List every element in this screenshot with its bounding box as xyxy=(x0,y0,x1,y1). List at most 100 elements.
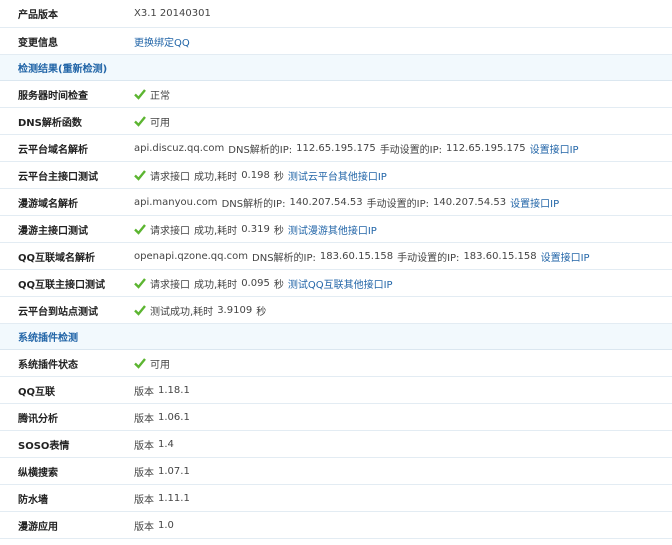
status-text: 可用 xyxy=(150,117,170,129)
row-label: 云平台主接口测试 xyxy=(18,171,98,183)
version-number: 1.11.1 xyxy=(158,492,190,504)
section-title: 系统插件检测 xyxy=(18,333,78,344)
manual-ip: 112.65.195.175 xyxy=(446,142,526,154)
time-unit: 秒 xyxy=(256,306,267,318)
version-prefix: 版本 xyxy=(134,386,154,398)
row-label: 云平台到站点测试 xyxy=(18,306,98,318)
set-api-ip-link[interactable]: 设置接口IP xyxy=(530,141,579,156)
request-text: 请求接口 xyxy=(150,171,190,183)
version-number: 1.07.1 xyxy=(158,465,190,477)
row-label: 漫游域名解析 xyxy=(18,198,78,210)
version-prefix: 版本 xyxy=(134,413,154,425)
test-other-ip-link[interactable]: 测试云平台其他接口IP xyxy=(288,168,387,183)
row-label: 漫游主接口测试 xyxy=(18,225,88,237)
domain-text: openapi.qzone.qq.com xyxy=(134,250,249,262)
time-unit: 秒 xyxy=(273,171,284,183)
row-plugin-status: 系统插件状态 可用 xyxy=(0,350,672,377)
row-value: 版本 1.4 xyxy=(134,437,672,452)
check-icon xyxy=(134,277,146,289)
row-plugin-qq-connect: QQ互联 版本 1.18.1 xyxy=(0,377,672,404)
section-title: 检测结果(重新检测) xyxy=(18,64,108,75)
version-prefix: 版本 xyxy=(134,467,154,479)
time-unit: 秒 xyxy=(273,279,284,291)
manual-label: 手动设置的IP: xyxy=(379,144,443,156)
status-text: 正常 xyxy=(150,90,170,102)
manual-label: 手动设置的IP: xyxy=(366,198,429,210)
dns-ip: 140.207.54.53 xyxy=(289,196,363,208)
check-icon xyxy=(134,169,146,181)
row-value: 版本 1.0 xyxy=(134,518,672,533)
row-label: QQ互联主接口测试 xyxy=(18,279,106,291)
time-value: 0.319 xyxy=(241,223,270,235)
row-label: QQ互联域名解析 xyxy=(18,252,96,264)
status-text: 可用 xyxy=(150,359,170,371)
row-manyou-domain: 漫游域名解析 api.manyou.com DNS解析的IP: 140.207.… xyxy=(0,189,672,216)
row-value: 正常 xyxy=(134,87,672,102)
test-other-ip-link[interactable]: 测试QQ互联其他接口IP xyxy=(288,276,393,291)
row-value: api.discuz.qq.com DNS解析的IP: 112.65.195.1… xyxy=(134,141,672,156)
check-icon xyxy=(134,223,146,235)
manual-label: 手动设置的IP: xyxy=(397,252,460,264)
row-value: 更换绑定QQ xyxy=(134,34,672,49)
row-manyou-api: 漫游主接口测试 请求接口 成功,耗时 0.319 秒 测试漫游其他接口IP xyxy=(0,216,672,243)
check-icon xyxy=(134,115,146,127)
domain-text: api.manyou.com xyxy=(134,196,218,208)
row-plugin-search: 纵横搜索 版本 1.07.1 xyxy=(0,458,672,485)
row-change-info: 变更信息 更换绑定QQ xyxy=(0,28,672,55)
cloud-status-table: 产品版本 X3.1 20140301 变更信息 更换绑定QQ 检测结果(重新检测… xyxy=(0,0,672,539)
result-text: 成功,耗时 xyxy=(194,225,238,237)
row-label: DNS解析函数 xyxy=(18,117,82,129)
test-other-ip-link[interactable]: 测试漫游其他接口IP xyxy=(288,222,377,237)
change-qq-link[interactable]: 更换绑定QQ xyxy=(134,34,190,49)
row-site-test: 云平台到站点测试 测试成功,耗时 3.9109 秒 xyxy=(0,297,672,324)
request-text: 请求接口 xyxy=(150,225,190,237)
row-label: 腾讯分析 xyxy=(18,413,58,425)
version-prefix: 版本 xyxy=(134,440,154,452)
row-label: 变更信息 xyxy=(18,37,58,49)
row-value: 版本 1.18.1 xyxy=(134,383,672,398)
row-value: 可用 xyxy=(134,356,672,371)
version-number: 1.06.1 xyxy=(158,411,190,423)
row-label: SOSO表情 xyxy=(18,440,70,452)
version-number: 1.18.1 xyxy=(158,384,190,396)
row-server-time: 服务器时间检查 正常 xyxy=(0,81,672,108)
row-qq-domain: QQ互联域名解析 openapi.qzone.qq.com DNS解析的IP: … xyxy=(0,243,672,270)
dns-ip: 183.60.15.158 xyxy=(319,250,394,262)
result-text: 测试成功,耗时 xyxy=(150,306,214,318)
row-label: QQ互联 xyxy=(18,386,56,398)
version-prefix: 版本 xyxy=(134,521,154,533)
time-value: 0.198 xyxy=(241,169,270,181)
row-cloud-api: 云平台主接口测试 请求接口 成功,耗时 0.198 秒 测试云平台其他接口IP xyxy=(0,162,672,189)
row-qq-api: QQ互联主接口测试 请求接口 成功,耗时 0.095 秒 测试QQ互联其他接口I… xyxy=(0,270,672,297)
row-plugin-soso-emoji: SOSO表情 版本 1.4 xyxy=(0,431,672,458)
row-label: 云平台域名解析 xyxy=(18,144,88,156)
check-icon xyxy=(134,88,146,100)
row-value: 可用 xyxy=(134,114,672,129)
row-dns-function: DNS解析函数 可用 xyxy=(0,108,672,135)
row-value: 版本 1.06.1 xyxy=(134,410,672,425)
set-api-ip-link[interactable]: 设置接口IP xyxy=(541,249,590,264)
domain-text: api.discuz.qq.com xyxy=(134,142,225,154)
set-api-ip-link[interactable]: 设置接口IP xyxy=(510,195,559,210)
time-unit: 秒 xyxy=(273,225,284,237)
row-plugin-manyou-apps: 漫游应用 版本 1.0 xyxy=(0,512,672,539)
manual-ip: 140.207.54.53 xyxy=(432,196,507,208)
section-detection-results: 检测结果(重新检测) xyxy=(0,55,672,81)
version-number: 1.4 xyxy=(158,438,174,450)
version-prefix: 版本 xyxy=(134,494,154,506)
time-value: 0.095 xyxy=(241,277,270,289)
row-label: 服务器时间检查 xyxy=(18,90,88,102)
dns-ip: 112.65.195.175 xyxy=(296,142,376,154)
request-text: 请求接口 xyxy=(150,279,190,291)
version-text: X3.1 20140301 xyxy=(134,8,211,19)
row-value: 版本 1.11.1 xyxy=(134,491,672,506)
result-text: 成功,耗时 xyxy=(194,279,238,291)
row-value: 请求接口 成功,耗时 0.198 秒 测试云平台其他接口IP xyxy=(134,168,672,183)
dns-label: DNS解析的IP: xyxy=(221,198,286,210)
result-text: 成功,耗时 xyxy=(194,171,238,183)
row-product-version: 产品版本 X3.1 20140301 xyxy=(0,0,672,28)
version-number: 1.0 xyxy=(158,519,174,531)
row-cloud-domain: 云平台域名解析 api.discuz.qq.com DNS解析的IP: 112.… xyxy=(0,135,672,162)
dns-label: DNS解析的IP: xyxy=(252,252,316,264)
check-icon xyxy=(134,357,146,369)
